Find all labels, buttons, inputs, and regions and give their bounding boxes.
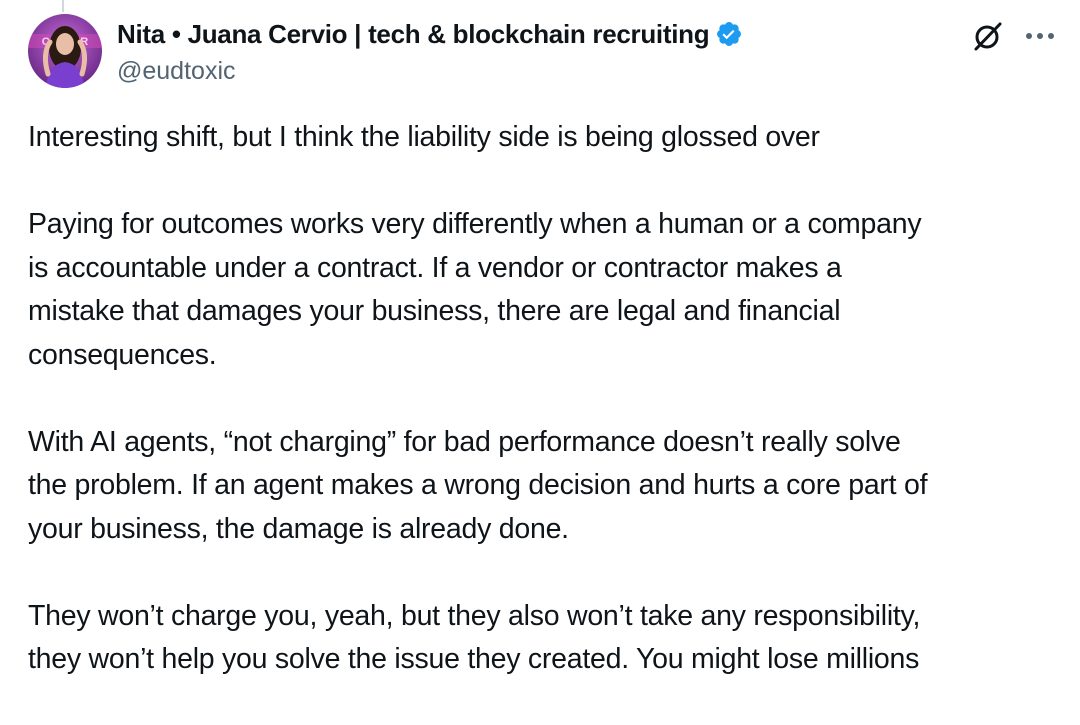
author-display-name[interactable]: Nita • Juana Cervio | tech & blockchain … xyxy=(117,16,710,52)
tweet-paragraph: They won’t charge you, yeah, but they al… xyxy=(28,599,921,676)
avatar[interactable]: CAREER xyxy=(28,14,102,88)
author-handle[interactable]: @eudtoxic xyxy=(117,54,970,88)
tweet-paragraph: Interesting shift, but I think the liabi… xyxy=(28,121,820,153)
thread-connector-line xyxy=(62,0,64,12)
tweet-header: Nita • Juana Cervio | tech & blockchain … xyxy=(117,16,970,88)
verified-badge-icon xyxy=(717,22,742,46)
tweet-paragraph: With AI agents, “not charging” for bad p… xyxy=(28,425,928,545)
profile-avatar-image: CAREER xyxy=(28,14,102,88)
grok-icon[interactable] xyxy=(970,18,1006,54)
more-options-icon[interactable] xyxy=(1022,18,1058,54)
tweet-paragraph: Paying for outcomes works very different… xyxy=(28,208,922,371)
tweet-text: Interesting shift, but I think the liabi… xyxy=(28,116,1068,725)
author-name-row: Nita • Juana Cervio | tech & blockchain … xyxy=(117,16,970,52)
